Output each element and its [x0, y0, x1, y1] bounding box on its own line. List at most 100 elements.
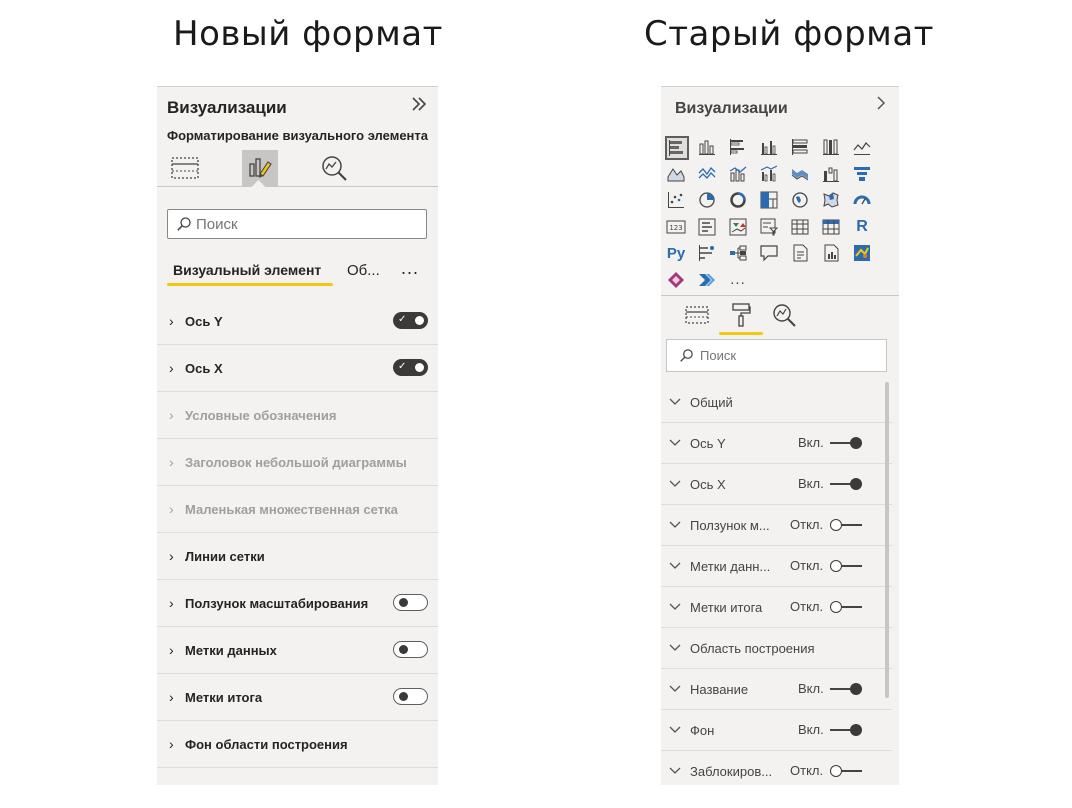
- section-data-labels[interactable]: › Метки данных: [157, 627, 438, 674]
- gauge-icon[interactable]: [851, 189, 873, 211]
- kpi-icon[interactable]: [727, 216, 749, 238]
- search-input[interactable]: [196, 215, 406, 233]
- map-icon[interactable]: [789, 189, 811, 211]
- clustered-bar-chart-icon[interactable]: [727, 136, 749, 158]
- line-and-clustered-column-icon[interactable]: [758, 163, 780, 185]
- check-icon: ✓: [398, 361, 407, 372]
- section-plot-area-background[interactable]: › Фон области построения: [157, 721, 438, 768]
- toggle-switch-on[interactable]: [830, 437, 862, 449]
- toggle-switch-on[interactable]: [830, 683, 862, 695]
- section-background[interactable]: Фон Вкл.: [661, 710, 892, 751]
- chevron-down-icon: [669, 480, 683, 488]
- section-lock-aspect[interactable]: Заблокиров... Откл.: [661, 751, 892, 785]
- section-zoom-slider[interactable]: Ползунок м... Откл.: [661, 505, 892, 546]
- section-data-labels[interactable]: Метки данн... Откл.: [661, 546, 892, 587]
- section-label: Область построения: [690, 640, 815, 656]
- scatter-chart-icon[interactable]: [665, 189, 687, 211]
- section-x-axis[interactable]: Ось X Вкл.: [661, 464, 892, 505]
- ribbon-chart-icon[interactable]: [789, 163, 811, 185]
- toggle-switch-off[interactable]: [830, 560, 862, 572]
- slicer-icon[interactable]: [758, 216, 780, 238]
- toggle-switch-on[interactable]: ✓: [393, 312, 428, 329]
- card-value-label: 123: [669, 224, 682, 232]
- donut-chart-icon[interactable]: [727, 189, 749, 211]
- section-gridlines[interactable]: › Линии сетки: [157, 533, 438, 580]
- section-general[interactable]: Общий: [661, 382, 892, 423]
- table-icon[interactable]: [789, 216, 811, 238]
- key-influencers-icon[interactable]: [696, 242, 718, 264]
- toggle-switch-off[interactable]: [393, 688, 428, 705]
- section-y-axis[interactable]: › Ось Y ✓: [157, 298, 438, 345]
- fields-icon[interactable]: [167, 150, 203, 186]
- stacked-bar-chart-icon[interactable]: [665, 136, 689, 160]
- toggle-switch-on[interactable]: ✓: [393, 359, 428, 376]
- stacked-area-chart-icon[interactable]: [696, 163, 718, 185]
- r-visual-label: R: [856, 217, 868, 235]
- search-box[interactable]: [167, 209, 427, 239]
- old-format-visualizations-pane: Визуализации 123 R Py ... Поиск Общий Ос…: [661, 80, 899, 785]
- power-apps-icon[interactable]: [665, 269, 687, 291]
- more-options-button[interactable]: ...: [401, 258, 419, 279]
- stacked-column-chart-icon[interactable]: [696, 136, 718, 158]
- pane-tab-divider: [157, 186, 438, 187]
- toggle-state-label: Вкл.: [798, 476, 824, 491]
- qa-icon[interactable]: [758, 242, 780, 264]
- toggle-switch-off[interactable]: [393, 594, 428, 611]
- multi-row-card-icon[interactable]: [696, 216, 718, 238]
- search-box[interactable]: [666, 339, 887, 372]
- chevron-down-icon: [669, 644, 683, 652]
- funnel-chart-icon[interactable]: [851, 163, 873, 185]
- analytics-icon[interactable]: [763, 298, 807, 332]
- line-and-stacked-column-icon[interactable]: [727, 163, 749, 185]
- section-plot-area[interactable]: Область построения: [661, 628, 892, 669]
- 100-stacked-column-chart-icon[interactable]: [820, 136, 842, 158]
- python-visual-label: Py: [666, 244, 686, 262]
- arcgis-map-icon[interactable]: [851, 242, 873, 264]
- analytics-icon[interactable]: [317, 150, 353, 186]
- filled-map-icon[interactable]: [820, 189, 842, 211]
- waterfall-chart-icon[interactable]: [820, 163, 842, 185]
- section-total-labels[interactable]: Метки итога Откл.: [661, 587, 892, 628]
- area-chart-icon[interactable]: [665, 163, 687, 185]
- tab-general[interactable]: Об...: [347, 262, 380, 279]
- section-label: Ползунок масштабирования: [185, 595, 369, 611]
- decomposition-tree-icon[interactable]: [727, 242, 749, 264]
- scrollbar[interactable]: [885, 382, 889, 698]
- section-zoom-slider[interactable]: › Ползунок масштабирования: [157, 580, 438, 627]
- chevron-down-icon: [669, 521, 683, 529]
- line-chart-icon[interactable]: [851, 136, 873, 158]
- chevron-right-icon[interactable]: [875, 95, 887, 116]
- tab-visual[interactable]: Визуальный элемент: [173, 262, 321, 278]
- pie-chart-icon[interactable]: [696, 189, 718, 211]
- toggle-switch-on[interactable]: [830, 478, 862, 490]
- matrix-icon[interactable]: [820, 216, 842, 238]
- toggle-switch-off[interactable]: [830, 519, 862, 531]
- fields-icon[interactable]: [675, 298, 719, 332]
- section-title[interactable]: Название Вкл.: [661, 669, 892, 710]
- power-automate-icon[interactable]: [696, 269, 718, 291]
- section-total-labels[interactable]: › Метки итога: [157, 674, 438, 721]
- toggle-switch-off[interactable]: [830, 601, 862, 613]
- 100-stacked-bar-chart-icon[interactable]: [789, 136, 811, 158]
- smart-narrative-icon[interactable]: [789, 242, 811, 264]
- toggle-switch-off[interactable]: [393, 641, 428, 658]
- toggle-state-label: Откл.: [790, 599, 824, 614]
- toggle-switch-on[interactable]: [830, 724, 862, 736]
- chevron-right-icon: ›: [169, 689, 174, 705]
- toggle-switch-off[interactable]: [830, 765, 862, 777]
- double-chevron-right-icon[interactable]: [410, 95, 428, 118]
- treemap-icon[interactable]: [758, 189, 780, 211]
- top-strip: [157, 80, 438, 87]
- card-icon[interactable]: 123: [665, 216, 687, 238]
- toggle-state-label: Вкл.: [798, 681, 824, 696]
- clustered-column-chart-icon[interactable]: [758, 136, 780, 158]
- more-visuals-icon[interactable]: ...: [727, 269, 749, 291]
- r-visual-icon[interactable]: R: [851, 216, 873, 238]
- format-paint-roller-icon[interactable]: [719, 298, 763, 332]
- section-x-axis[interactable]: › Ось X ✓: [157, 345, 438, 392]
- search-input[interactable]: [700, 348, 870, 363]
- paginated-report-icon[interactable]: [820, 242, 842, 264]
- python-visual-icon[interactable]: Py: [665, 242, 687, 264]
- section-label: Маленькая множественная сетка: [185, 501, 398, 517]
- section-y-axis[interactable]: Ось Y Вкл.: [661, 423, 892, 464]
